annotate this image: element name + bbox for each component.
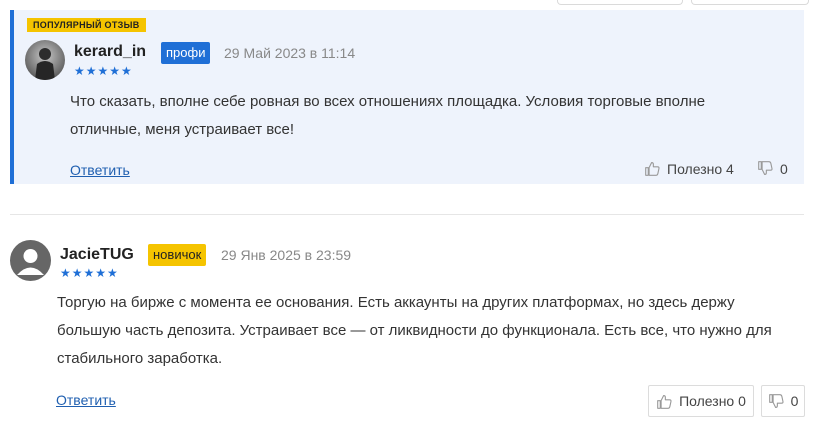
avatar[interactable]	[10, 240, 51, 281]
popular-review-badge: ПОПУЛЯРНЫЙ ОТЗЫВ	[27, 18, 146, 32]
review-divider	[10, 214, 804, 215]
useful-count-label: Полезно 0	[679, 393, 746, 409]
top-button-right[interactable]	[691, 0, 809, 5]
avatar[interactable]	[25, 40, 65, 80]
dislike-count: 0	[790, 393, 799, 409]
dislike-button[interactable]: 0	[757, 160, 788, 177]
review-date: 29 Янв 2025 в 23:59	[221, 247, 352, 263]
user-avatar-icon	[17, 249, 44, 275]
dislike-button[interactable]: 0	[761, 385, 805, 417]
useful-count-label: Полезно 4	[667, 160, 734, 177]
dislike-count: 0	[780, 160, 788, 177]
top-button-left[interactable]	[557, 0, 683, 5]
rating-stars: ★★★★★	[74, 64, 133, 78]
review-text: Что сказать, вполне себе ровная во всех …	[70, 93, 706, 138]
user-level-badge: новичок	[148, 244, 207, 266]
rating-stars: ★★★★★	[60, 266, 119, 280]
review-text: Торгую на бирже с момента ее основания. …	[57, 294, 772, 367]
reply-link[interactable]: Ответить	[56, 392, 116, 408]
useful-button[interactable]: Полезно 4	[644, 160, 734, 177]
reply-link[interactable]: Ответить	[70, 162, 130, 178]
thumbs-down-icon	[758, 161, 773, 176]
review-date: 29 Май 2023 в 11:14	[224, 45, 356, 61]
avatar-photo-icon	[25, 40, 65, 80]
thumbs-up-icon	[645, 161, 660, 176]
thumbs-up-icon	[657, 394, 672, 409]
thumbs-down-icon	[768, 393, 784, 408]
review-author[interactable]: kerard_in	[74, 43, 146, 61]
review-author[interactable]: JacieTUG	[60, 246, 134, 264]
useful-button[interactable]: Полезно 0	[648, 385, 754, 417]
user-level-badge: профи	[161, 42, 211, 64]
